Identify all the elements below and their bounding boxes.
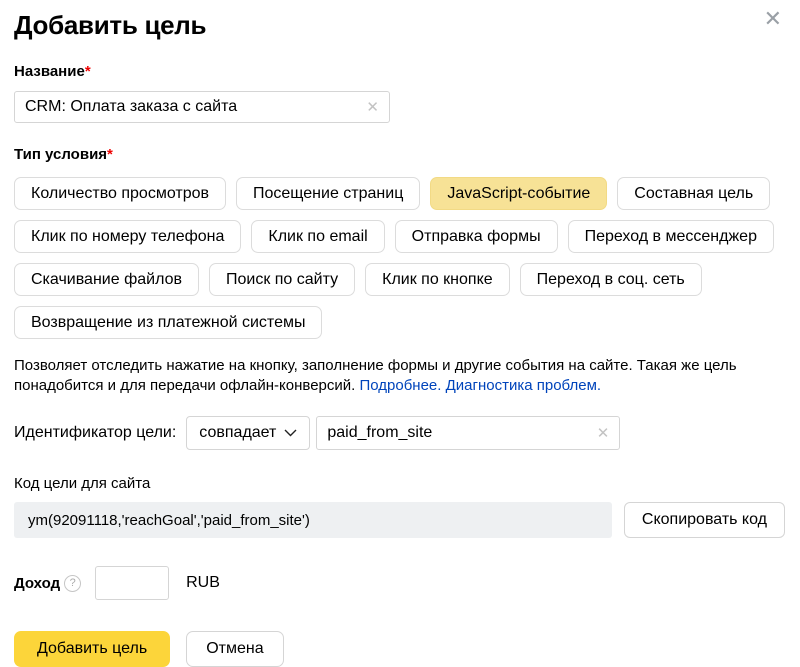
condition-type-label: Тип условия* [14,146,785,164]
chip-javascript-event[interactable]: JavaScript-событие [430,177,607,210]
footer-buttons: Добавить цель Отмена [14,631,785,667]
goal-id-row: Идентификатор цели: совпадает ✕ [14,416,785,450]
add-goal-dialog: Добавить цель ✕ Название* ✕ Тип условия*… [0,0,800,634]
close-icon[interactable]: ✕ [764,8,782,30]
page-title: Добавить цель [14,10,785,40]
help-icon[interactable]: ? [64,575,81,592]
clear-name-icon[interactable]: ✕ [366,100,379,115]
goal-code-text: ym(92091118,'reachGoal','paid_from_site'… [28,512,310,529]
add-goal-button[interactable]: Добавить цель [14,631,170,667]
chip-composite-goal[interactable]: Составная цель [617,177,770,210]
name-field-label: Название* [14,63,785,81]
revenue-label: Доход [14,575,60,592]
chip-page-visit[interactable]: Посещение страниц [236,177,420,210]
goal-id-input[interactable] [327,424,588,442]
details-link[interactable]: Подробнее. [359,377,441,394]
chip-email-click[interactable]: Клик по email [251,220,384,253]
chevron-down-icon [284,429,297,437]
required-asterisk: * [107,146,113,163]
required-asterisk: * [85,63,91,80]
chip-button-click[interactable]: Клик по кнопке [365,263,510,296]
goal-id-label: Идентификатор цели: [14,424,176,442]
condition-type-label-text: Тип условия [14,146,107,163]
goal-code-label: Код цели для сайта [14,475,785,492]
revenue-row: Доход ? RUB [14,566,785,600]
chip-social-network[interactable]: Переход в соц. сеть [520,263,702,296]
cancel-button[interactable]: Отмена [186,631,283,667]
condition-type-chips: Количество просмотров Посещение страниц … [14,177,785,339]
match-operator-select[interactable]: совпадает [186,416,310,450]
diagnostics-link[interactable]: Диагностика проблем. [446,377,601,394]
chip-file-download[interactable]: Скачивание файлов [14,263,199,296]
goal-id-input-wrap: ✕ [316,416,620,450]
chip-form-submit[interactable]: Отправка формы [395,220,558,253]
copy-code-button[interactable]: Скопировать код [624,502,785,538]
chip-payment-system-return[interactable]: Возвращение из платежной системы [14,306,322,339]
match-operator-value: совпадает [199,424,276,442]
name-label-text: Название [14,63,85,80]
goal-code-row: ym(92091118,'reachGoal','paid_from_site'… [14,502,785,538]
goal-name-input-wrap: ✕ [14,91,390,123]
revenue-input[interactable] [95,566,169,600]
chip-site-search[interactable]: Поиск по сайту [209,263,355,296]
chip-phone-number-click[interactable]: Клик по номеру телефона [14,220,241,253]
goal-name-input[interactable] [25,98,358,116]
chip-views-count[interactable]: Количество просмотров [14,177,226,210]
currency-label: RUB [186,574,220,592]
goal-code-box: ym(92091118,'reachGoal','paid_from_site'… [14,502,612,538]
chip-messenger-transition[interactable]: Переход в мессенджер [568,220,774,253]
clear-goal-id-icon[interactable]: ✕ [597,426,610,441]
condition-description: Позволяет отследить нажатие на кнопку, з… [14,356,785,396]
